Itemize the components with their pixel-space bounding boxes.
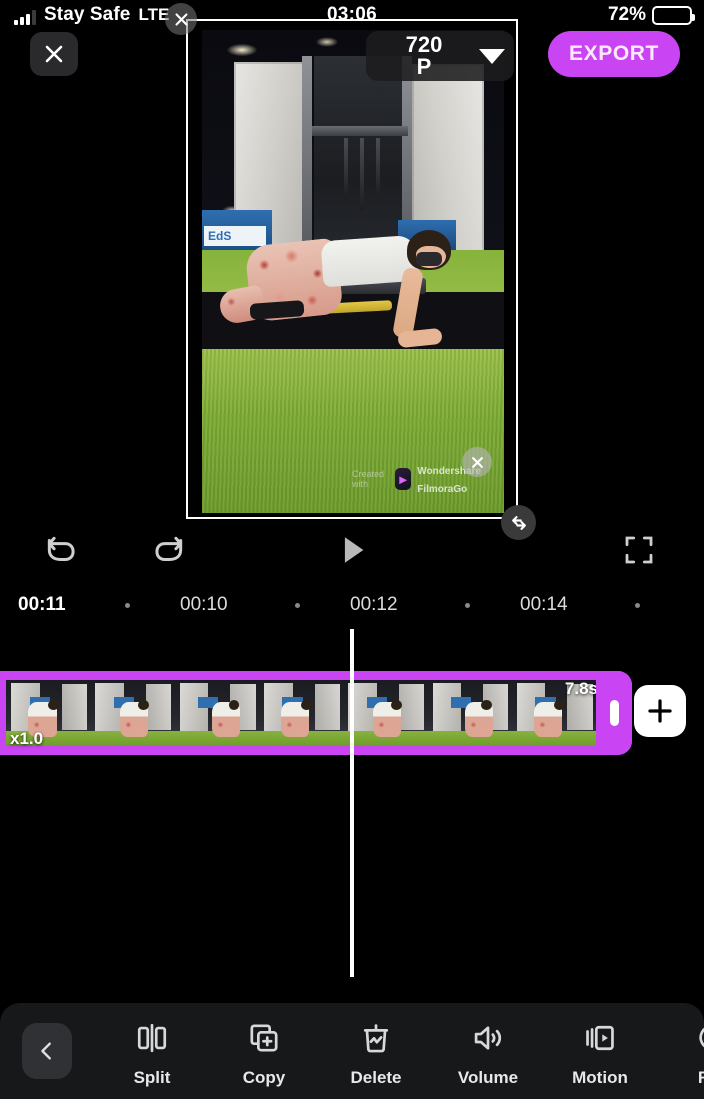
video-canvas[interactable]: EdS Created with ► Wondershare FilmoraGo — [202, 30, 504, 513]
toolbar-item-label: Split — [133, 1068, 171, 1087]
filmorago-logo-icon: ► — [395, 468, 412, 490]
export-button[interactable]: EXPORT — [548, 31, 680, 77]
toolbar-item-motion[interactable]: Motion — [544, 1013, 656, 1088]
ruler-tick-dot — [635, 603, 640, 608]
toolbar-item-label: Volume — [457, 1068, 519, 1087]
video-clip-track[interactable]: x1.0 7.8s — [0, 671, 632, 755]
copy-icon — [247, 1021, 281, 1060]
filmstrip-thumbnail[interactable] — [258, 680, 344, 746]
filmstrip-thumbnail[interactable] — [90, 680, 175, 746]
battery-percent-label: 72% — [607, 4, 646, 25]
undo-icon[interactable] — [34, 524, 90, 576]
motion-icon — [583, 1021, 617, 1060]
ruler-label: 00:10 — [180, 594, 228, 615]
ruler-tick-dot — [125, 603, 130, 608]
ruler-label: 00:14 — [520, 594, 568, 615]
playback-controls — [0, 524, 704, 576]
filmstrip-thumbnail[interactable] — [427, 680, 512, 746]
quality-selector[interactable]: 720 P — [366, 31, 514, 81]
volume-icon — [471, 1021, 505, 1060]
timeline-ruler[interactable]: 00:11 00:10 00:12 00:14 — [0, 594, 704, 628]
speed-badge: x1.0 — [10, 729, 44, 748]
ruler-tick-dot — [465, 603, 470, 608]
trim-handle-right[interactable] — [596, 671, 632, 755]
split-icon — [135, 1021, 169, 1060]
toolbar-item-label: Delete — [350, 1068, 402, 1087]
toolbar-item-label: Motion — [572, 1068, 628, 1087]
redo-icon[interactable] — [140, 524, 196, 576]
video-scene: EdS — [202, 30, 504, 513]
trim-grip — [609, 700, 619, 726]
toolbar-item-rot[interactable]: Rot — [656, 1013, 704, 1088]
filmstrip — [6, 680, 596, 746]
delete-icon — [359, 1021, 393, 1060]
toolbar-item-split[interactable]: Split — [96, 1013, 208, 1088]
playhead[interactable] — [350, 629, 354, 977]
toolbar-item-copy[interactable]: Copy — [208, 1013, 320, 1088]
close-button[interactable] — [30, 32, 78, 76]
resize-diagonal-icon[interactable] — [501, 505, 536, 540]
ruler-label: 00:11 — [18, 594, 66, 615]
status-bar: Stay Safe LTE 03:06 72% — [0, 0, 704, 30]
battery-icon — [652, 5, 695, 25]
quality-value: 720 P — [405, 32, 443, 79]
bottom-toolbar: Split Copy Delete Volume Motion Rot — [0, 1003, 704, 1099]
chevron-down-icon[interactable] — [470, 48, 514, 64]
rotate-icon — [695, 1021, 704, 1060]
toolbar-item-label: Copy — [242, 1068, 286, 1087]
play-icon[interactable] — [324, 524, 380, 576]
status-bar-right: 72% — [607, 4, 695, 26]
toolbar-items: Split Copy Delete Volume Motion Rot — [96, 1013, 704, 1095]
video-editor-screen: Stay Safe LTE 03:06 72% EdS Created with… — [0, 0, 704, 1099]
toolbar-item-volume[interactable]: Volume — [432, 1013, 544, 1088]
video-preview-frame[interactable]: EdS Created with ► Wondershare FilmoraGo… — [186, 19, 518, 519]
clock-label: 03:06 — [326, 4, 378, 25]
ruler-tick-dot — [295, 603, 300, 608]
duration-badge: 7.8s — [564, 679, 598, 698]
toolbar-back-button[interactable] — [22, 1023, 72, 1079]
ruler-label: 00:12 — [350, 594, 398, 615]
close-icon-overlay[interactable] — [165, 3, 197, 35]
watermark-close-icon[interactable] — [462, 447, 492, 477]
watermark-created-label: Created with — [352, 469, 385, 489]
filmstrip-thumbnail[interactable] — [343, 680, 428, 746]
fullscreen-icon[interactable] — [611, 524, 667, 576]
add-clip-button[interactable] — [634, 685, 686, 737]
filmstrip-thumbnail[interactable] — [174, 680, 259, 746]
toolbar-item-delete[interactable]: Delete — [320, 1013, 432, 1088]
toolbar-item-label: Rot — [697, 1068, 704, 1087]
